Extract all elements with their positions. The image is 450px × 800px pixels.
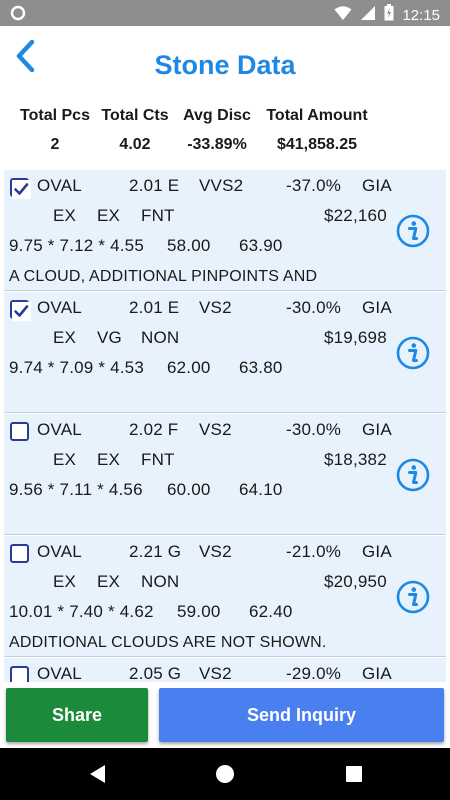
stone-clarity: VS2 [199, 420, 232, 439]
stone-card[interactable]: OVAL 2.01 E VVS2 -37.0% GIA EX EX FNT $22,160 9.7… [4, 170, 446, 291]
stone-lab: GIA [362, 542, 392, 561]
stone-shape: OVAL [37, 298, 82, 317]
stone-clarity: VVS2 [199, 176, 244, 195]
stone-cut: EX [53, 572, 77, 591]
stone-list[interactable]: OVAL 2.01 E VVS2 -37.0% GIA EX EX FNT $22,160 9.7… [0, 170, 450, 682]
page-title: Stone Data [154, 50, 296, 80]
info-icon[interactable] [396, 336, 430, 370]
stone-card[interactable]: OVAL 2.05 G VS2 -29.0% GIA [4, 658, 446, 682]
stone-depth: 58.00 [167, 236, 211, 255]
stone-table: 63.90 [239, 236, 283, 255]
notification-icon [10, 5, 26, 26]
stone-fluorescence: NON [141, 572, 180, 591]
select-checkbox[interactable] [10, 178, 31, 199]
nav-home-icon[interactable] [213, 762, 237, 786]
stone-shape: OVAL [37, 176, 82, 195]
stone-clarity: VS2 [199, 542, 232, 561]
select-checkbox[interactable] [10, 300, 31, 321]
select-checkbox[interactable] [10, 666, 29, 682]
summary-table: Total Pcs 2 Total Cts 4.02 Avg Disc -33.… [0, 102, 450, 166]
system-nav-bar [0, 748, 450, 800]
stone-amount: $18,382 [324, 450, 387, 469]
stone-fluorescence: NON [141, 328, 180, 347]
info-icon[interactable] [396, 214, 430, 248]
stone-measurements: 10.01 * 7.40 * 4.62 [9, 602, 154, 621]
nav-recents-icon[interactable] [342, 762, 366, 786]
select-checkbox[interactable] [10, 544, 29, 563]
info-icon[interactable] [396, 458, 430, 492]
stone-carat-color: 2.01 E [129, 298, 180, 317]
stone-lab: GIA [362, 664, 392, 682]
stone-cut: EX [53, 450, 77, 469]
stone-measurements: 9.75 * 7.12 * 4.55 [9, 236, 144, 255]
stone-carat-color: 2.21 G [129, 542, 182, 561]
stone-depth: 60.00 [167, 480, 211, 499]
summary-label: Total Cts [101, 107, 169, 124]
summary-label: Total Pcs [20, 107, 90, 124]
summary-value: -33.89% [187, 136, 247, 153]
stone-card[interactable]: OVAL 2.01 E VS2 -30.0% GIA EX VG NON $19,698 9.74… [4, 292, 446, 413]
stone-table: 62.40 [249, 602, 293, 621]
stone-discount: -30.0% [286, 298, 342, 317]
signal-icon [360, 5, 376, 26]
info-icon[interactable] [396, 580, 430, 614]
stone-discount: -21.0% [286, 542, 342, 561]
stone-polish: EX [97, 572, 121, 591]
share-button[interactable]: Share [6, 688, 148, 742]
nav-back-icon[interactable] [86, 762, 110, 786]
summary-avg-disc: Avg Disc -33.89% [178, 102, 256, 160]
stone-clarity: VS2 [199, 664, 232, 682]
status-bar: 12:15 [0, 0, 450, 26]
summary-value: $41,858.25 [276, 136, 358, 153]
stone-lab: GIA [362, 420, 392, 439]
battery-icon [384, 4, 394, 26]
stone-carat-color: 2.05 G [129, 664, 182, 682]
stone-cut: EX [53, 328, 77, 347]
stone-amount: $20,950 [324, 572, 387, 591]
wifi-icon [334, 5, 352, 26]
stone-comment: A CLOUD, ADDITIONAL PINPOINTS AND [9, 268, 318, 285]
summary-value: 4.02 [119, 136, 151, 153]
stone-fluorescence: FNT [141, 450, 175, 469]
stone-polish: EX [97, 450, 121, 469]
stone-card[interactable]: OVAL 2.21 G VS2 -21.0% GIA EX EX NON $20,950 10.0… [4, 536, 446, 657]
stone-polish: EX [97, 206, 121, 225]
summary-total-amount: Total Amount $41,858.25 [260, 102, 374, 160]
stone-lab: GIA [362, 176, 392, 195]
stone-depth: 62.00 [167, 358, 211, 377]
stone-comment: ADDITIONAL CLOUDS ARE NOT SHOWN. [9, 634, 327, 651]
stone-table: 64.10 [239, 480, 283, 499]
summary-label: Total Amount [266, 107, 368, 124]
summary-label: Avg Disc [183, 107, 251, 124]
stone-measurements: 9.74 * 7.09 * 4.53 [9, 358, 144, 377]
stone-card[interactable]: OVAL 2.02 F VS2 -30.0% GIA EX EX FNT $18,382 9.56… [4, 414, 446, 535]
stone-depth: 59.00 [177, 602, 221, 621]
stone-shape: OVAL [37, 664, 82, 682]
stone-cut: EX [53, 206, 77, 225]
summary-value: 2 [50, 136, 60, 153]
app-bar: Stone Data [0, 26, 450, 102]
stone-measurements: 9.56 * 7.11 * 4.56 [9, 480, 143, 499]
stone-discount: -30.0% [286, 420, 342, 439]
status-time: 12:15 [402, 6, 440, 24]
summary-total-pcs: Total Pcs 2 [14, 102, 96, 160]
stone-fluorescence: FNT [141, 206, 175, 225]
stone-polish: VG [97, 328, 122, 347]
stone-carat-color: 2.02 F [129, 420, 179, 439]
stone-discount: -29.0% [286, 664, 342, 682]
stone-shape: OVAL [37, 420, 82, 439]
summary-total-cts: Total Cts 4.02 [98, 102, 172, 160]
stone-lab: GIA [362, 298, 392, 317]
stone-amount: $22,160 [324, 206, 387, 225]
select-checkbox[interactable] [10, 422, 29, 441]
stone-shape: OVAL [37, 542, 82, 561]
stone-clarity: VS2 [199, 298, 232, 317]
stone-table: 63.80 [239, 358, 283, 377]
send-inquiry-button[interactable]: Send Inquiry [159, 688, 444, 742]
stone-amount: $19,698 [324, 328, 387, 347]
stone-carat-color: 2.01 E [129, 176, 180, 195]
stone-discount: -37.0% [286, 176, 342, 195]
